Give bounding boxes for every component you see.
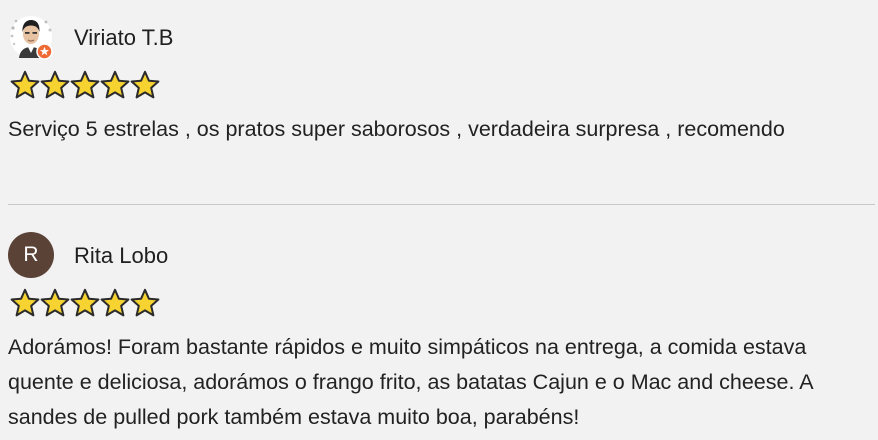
star-icon <box>130 70 160 100</box>
star-rating <box>10 70 160 100</box>
reviewer-avatar[interactable] <box>8 14 54 60</box>
star-icon <box>40 288 70 318</box>
star-icon <box>100 288 130 318</box>
review-divider <box>8 204 875 205</box>
star-icon <box>70 70 100 100</box>
reviewer-name[interactable]: Viriato T.B <box>74 24 173 52</box>
reviewer-name[interactable]: Rita Lobo <box>74 242 168 270</box>
star-icon <box>130 288 160 318</box>
review-text: Adorámos! Foram bastante rápidos e muito… <box>8 335 813 429</box>
star-rating <box>10 288 160 318</box>
avatar-letter: R <box>8 232 54 278</box>
reviewer-avatar[interactable]: R <box>8 232 54 278</box>
review-text: Serviço 5 estrelas , os pratos super sab… <box>8 117 785 141</box>
star-icon <box>100 70 130 100</box>
star-icon <box>40 70 70 100</box>
star-icon <box>10 70 40 100</box>
star-icon <box>70 288 100 318</box>
local-guide-badge-icon <box>36 43 53 60</box>
star-icon <box>10 288 40 318</box>
